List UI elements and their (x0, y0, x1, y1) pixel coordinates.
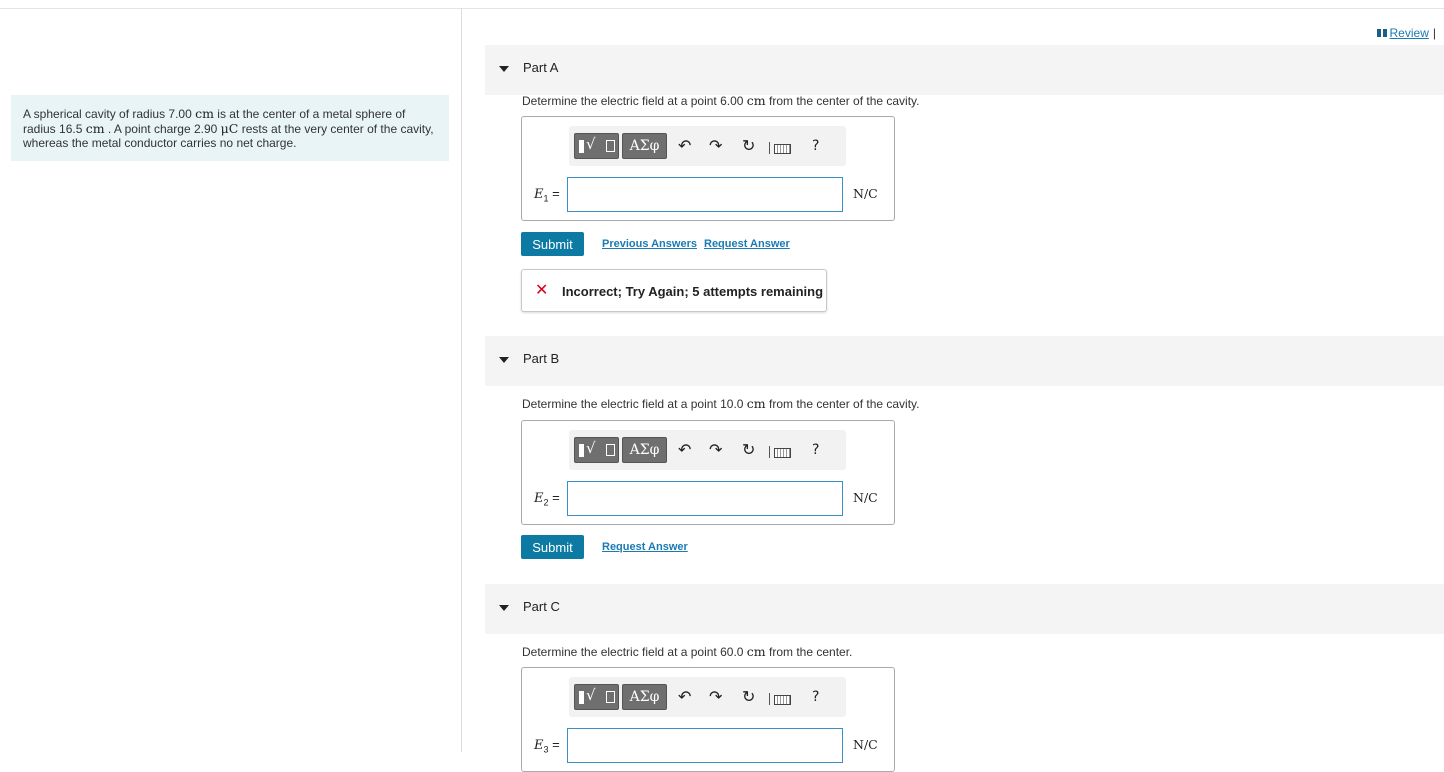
unit-cm: cm (746, 644, 766, 659)
templates-button[interactable]: √ (574, 133, 619, 159)
unit-cm: cm (746, 93, 766, 108)
radical-glyph: √ (586, 135, 596, 153)
unit-label: N/C (853, 737, 878, 752)
prompt-text: from the center. (765, 645, 853, 659)
column-divider (461, 8, 462, 752)
error-x-icon: ✕ (535, 280, 549, 299)
top-divider (0, 8, 1444, 9)
templates-button[interactable]: √ (574, 684, 619, 710)
greek-symbols-button[interactable]: ΑΣφ (622, 437, 667, 463)
part-b-title: Part B (523, 351, 560, 366)
part-a-prompt: Determine the electric field at a point … (522, 93, 920, 108)
reset-icon[interactable]: ↻ (742, 686, 755, 708)
part-c-header[interactable]: Part C (485, 584, 1444, 634)
submit-button[interactable]: Submit (521, 232, 584, 256)
submit-button[interactable]: Submit (521, 535, 584, 559)
request-answer-link[interactable]: Request Answer (602, 541, 688, 553)
answer-input-e1[interactable] (567, 177, 843, 212)
equals-sign: = (548, 490, 560, 505)
help-button[interactable]: ? (812, 439, 819, 461)
review-link[interactable]: Review (1390, 26, 1429, 40)
redo-icon[interactable]: ↷ (709, 686, 722, 708)
box-icon (606, 691, 615, 703)
part-c-title: Part C (523, 599, 560, 614)
undo-icon[interactable]: ↶ (678, 439, 691, 461)
review-icon (1376, 29, 1387, 37)
feedback-text: Incorrect; Try Again; 5 attempts remaini… (562, 284, 824, 299)
part-b-prompt: Determine the electric field at a point … (522, 396, 920, 411)
variable-label: E1 = (534, 186, 560, 204)
box-icon (606, 444, 615, 456)
answer-input-e2[interactable] (567, 481, 843, 516)
equals-sign: = (548, 186, 560, 201)
redo-icon[interactable]: ↷ (709, 135, 722, 157)
greek-symbols-button[interactable]: ΑΣφ (622, 684, 667, 710)
previous-answers-link[interactable]: Previous Answers (602, 238, 697, 250)
prompt-text: Determine the electric field at a point … (522, 94, 747, 108)
unit-cm: cm (746, 396, 766, 411)
greek-symbols-button[interactable]: ΑΣφ (622, 133, 667, 159)
part-a-answer-box: √ ΑΣφ ↶ ↷ ↻ ? E1 = N/C (521, 116, 895, 221)
review-separator: | (1432, 26, 1436, 40)
problem-text: . A point charge 2.90 (104, 121, 221, 136)
help-button[interactable]: ? (812, 135, 819, 157)
part-b-header[interactable]: Part B (485, 336, 1444, 386)
prompt-text: Determine the electric field at a point … (522, 645, 747, 659)
part-a-header[interactable]: Part A (485, 45, 1444, 95)
reset-icon[interactable]: ↻ (742, 439, 755, 461)
fraction-radical-icon (579, 444, 584, 457)
unit-label: N/C (853, 186, 878, 201)
math-toolbar: √ ΑΣφ ↶ ↷ ↻ ? (569, 430, 846, 470)
variable-symbol: E (534, 491, 544, 506)
prompt-text: from the center of the cavity. (765, 94, 920, 108)
request-answer-link[interactable]: Request Answer (704, 238, 790, 250)
undo-icon[interactable]: ↶ (678, 135, 691, 157)
unit-microcoulomb: μC (220, 120, 239, 136)
unit-cm: cm (195, 106, 214, 121)
box-icon (606, 140, 615, 152)
part-c-answer-box: √ ΑΣφ ↶ ↷ ↻ ? E3 = N/C (521, 667, 895, 772)
part-a-title: Part A (523, 60, 559, 75)
unit-label: N/C (853, 490, 878, 505)
problem-statement: A spherical cavity of radius 7.00 cm is … (11, 95, 449, 161)
prompt-text: Determine the electric field at a point … (522, 397, 747, 411)
problem-text: A spherical cavity of radius 7.00 (23, 107, 196, 121)
variable-symbol: E (534, 738, 544, 753)
reset-icon[interactable]: ↻ (742, 135, 755, 157)
answer-input-e3[interactable] (567, 728, 843, 763)
help-button[interactable]: ? (812, 686, 819, 708)
radical-glyph: √ (586, 686, 596, 704)
fraction-radical-icon (579, 140, 584, 153)
part-b-answer-box: √ ΑΣφ ↶ ↷ ↻ ? E2 = N/C (521, 420, 895, 525)
variable-symbol: E (534, 187, 544, 202)
radical-glyph: √ (586, 439, 596, 457)
equals-sign: = (548, 737, 560, 752)
review-link-area: Review | (1376, 26, 1436, 40)
math-toolbar: √ ΑΣφ ↶ ↷ ↻ ? (569, 677, 846, 717)
prompt-text: from the center of the cavity. (765, 397, 920, 411)
templates-button[interactable]: √ (574, 437, 619, 463)
variable-label: E2 = (534, 490, 560, 508)
fraction-radical-icon (579, 691, 584, 704)
undo-icon[interactable]: ↶ (678, 686, 691, 708)
redo-icon[interactable]: ↷ (709, 439, 722, 461)
unit-cm: cm (85, 120, 105, 136)
collapse-triangle-icon[interactable] (499, 357, 509, 363)
collapse-triangle-icon[interactable] (499, 66, 509, 72)
part-c-prompt: Determine the electric field at a point … (522, 644, 852, 659)
collapse-triangle-icon[interactable] (499, 605, 509, 611)
math-toolbar: √ ΑΣφ ↶ ↷ ↻ ? (569, 126, 846, 166)
feedback-message: ✕ Incorrect; Try Again; 5 attempts remai… (521, 269, 827, 312)
